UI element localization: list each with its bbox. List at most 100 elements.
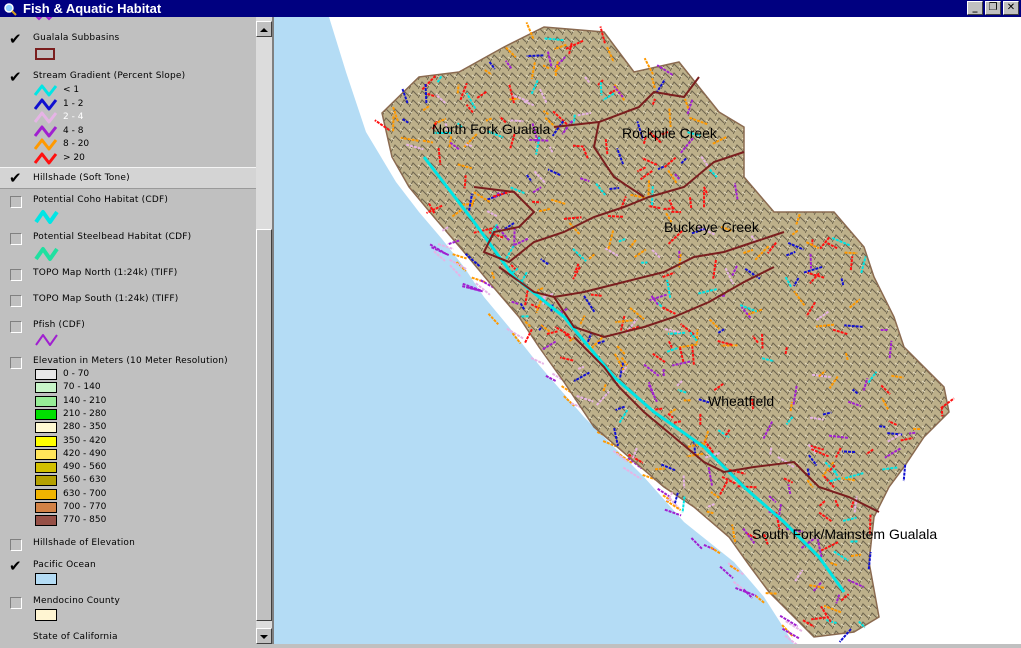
gradient-class-symbol bbox=[34, 151, 60, 165]
elevation-class-swatch bbox=[35, 502, 57, 513]
map-label-north-fork: North Fork Gualala bbox=[432, 121, 550, 137]
restore-button[interactable]: ❐ bbox=[985, 1, 1001, 15]
scroll-up-button[interactable] bbox=[256, 21, 272, 37]
stream-segment bbox=[529, 140, 548, 141]
gradient-class-label: 2 - 4 bbox=[63, 112, 83, 122]
checkbox-checked-icon[interactable]: ✔ bbox=[9, 70, 22, 84]
map-label-buckeye: Buckeye Creek bbox=[664, 219, 760, 235]
checkbox[interactable] bbox=[10, 357, 22, 369]
stream-segment bbox=[842, 451, 855, 452]
stream-segment bbox=[668, 333, 685, 334]
stream-segment bbox=[655, 469, 665, 470]
layer-gualala-subbasins[interactable]: ✔ Gualala Subbasins bbox=[0, 29, 256, 65]
close-button[interactable]: ✕ bbox=[1003, 1, 1019, 15]
checkbox[interactable] bbox=[10, 233, 22, 245]
gradient-class-label: 8 - 20 bbox=[63, 139, 89, 149]
checkbox-checked-icon[interactable]: ✔ bbox=[9, 171, 22, 185]
stream-segment bbox=[425, 84, 426, 103]
stream-segment bbox=[527, 55, 544, 56]
elevation-class-swatch bbox=[35, 422, 57, 433]
map-label-rockpile: Rockpile Creek bbox=[622, 125, 718, 141]
elevation-class-label: 490 - 560 bbox=[63, 462, 106, 472]
steelhead-line-symbol bbox=[34, 245, 62, 263]
elevation-class-swatch bbox=[35, 409, 57, 420]
gradient-class-symbol bbox=[34, 124, 60, 138]
gradient-class-label: 4 - 8 bbox=[63, 126, 83, 136]
map-view[interactable]: North Fork Gualala Rockpile Creek Buckey… bbox=[272, 17, 1021, 644]
layer-label: Pfish (CDF) bbox=[33, 320, 85, 330]
layer-pacific-ocean[interactable]: ✔ Pacific Ocean bbox=[0, 558, 256, 590]
window-titlebar[interactable]: Fish & Aquatic Habitat _ ❐ ✕ bbox=[0, 0, 1021, 17]
checkbox[interactable] bbox=[10, 597, 22, 609]
layer-label: Hillshade (Soft Tone) bbox=[33, 173, 130, 183]
elevation-class-label: 770 - 850 bbox=[63, 515, 106, 525]
elevation-class-label: 350 - 420 bbox=[63, 436, 106, 446]
elevation-class-label: 700 - 770 bbox=[63, 502, 106, 512]
stream-segment bbox=[845, 253, 858, 254]
scroll-down-arrow-icon bbox=[257, 630, 271, 644]
layer-stream-gradient[interactable]: ✔ Stream Gradient (Percent Slope) < 11 -… bbox=[0, 67, 256, 167]
window-title: Fish & Aquatic Habitat bbox=[23, 0, 161, 17]
elevation-class-swatch bbox=[35, 369, 57, 380]
elevation-class-label: 280 - 350 bbox=[63, 422, 106, 432]
coho-line-symbol bbox=[34, 208, 62, 226]
checkbox[interactable] bbox=[10, 295, 22, 307]
layer-label: Potential Steelbead Habitat (CDF) bbox=[33, 232, 191, 242]
layer-coho-habitat[interactable]: Potential Coho Habitat (CDF) bbox=[0, 193, 256, 225]
gradient-class-symbol bbox=[34, 137, 60, 151]
minimize-button[interactable]: _ bbox=[967, 1, 983, 15]
stream-segment bbox=[690, 197, 691, 208]
partial-line-symbol bbox=[34, 17, 54, 22]
elevation-class-swatch bbox=[35, 382, 57, 393]
stream-segment bbox=[591, 295, 602, 296]
layer-label: Hillshade of Elevation bbox=[33, 538, 135, 548]
layer-mendocino-county[interactable]: Mendocino County bbox=[0, 594, 256, 626]
layer-state-california[interactable]: State of California bbox=[0, 630, 256, 644]
checkbox[interactable] bbox=[10, 269, 22, 281]
gradient-class-symbol bbox=[34, 97, 60, 111]
layer-elevation[interactable]: Elevation in Meters (10 Meter Resolution… bbox=[0, 354, 256, 532]
checkbox-checked-icon[interactable]: ✔ bbox=[9, 32, 22, 46]
map-canvas[interactable]: North Fork Gualala Rockpile Creek Buckey… bbox=[274, 17, 1021, 644]
stream-segment bbox=[684, 475, 685, 488]
elevation-class-swatch bbox=[35, 436, 57, 447]
stream-segment bbox=[851, 555, 861, 556]
ocean-fill-swatch bbox=[35, 573, 57, 585]
scroll-up-arrow-icon bbox=[257, 23, 271, 37]
elevation-class-label: 420 - 490 bbox=[63, 449, 106, 459]
scroll-thumb[interactable] bbox=[256, 229, 272, 621]
subbasin-outline-swatch bbox=[35, 48, 55, 60]
elevation-class-label: 70 - 140 bbox=[63, 382, 101, 392]
layer-steelhead-habitat[interactable]: Potential Steelbead Habitat (CDF) bbox=[0, 230, 256, 262]
checkbox[interactable] bbox=[10, 196, 22, 208]
layer-label: Mendocino County bbox=[33, 596, 120, 606]
checkbox[interactable] bbox=[10, 539, 22, 551]
layer-label: TOPO Map North (1:24k) (TIFF) bbox=[33, 268, 177, 278]
layer-label: State of California bbox=[33, 632, 118, 642]
layer-label: Potential Coho Habitat (CDF) bbox=[33, 195, 168, 205]
layer-topo-south[interactable]: TOPO Map South (1:24k) (TIFF) bbox=[0, 292, 256, 312]
magnifier-icon bbox=[3, 1, 17, 15]
gradient-class-symbol bbox=[34, 110, 60, 124]
stream-segment bbox=[393, 114, 394, 131]
elevation-class-label: 630 - 700 bbox=[63, 489, 106, 499]
map-label-wheatfield: Wheatfield bbox=[708, 393, 774, 409]
elevation-class-label: 140 - 210 bbox=[63, 396, 106, 406]
legend-scrollbar[interactable] bbox=[256, 17, 272, 644]
layer-topo-north[interactable]: TOPO Map North (1:24k) (TIFF) bbox=[0, 266, 256, 286]
legend-panel: ✔ Gualala Subbasins ✔ Stream Gradient (P… bbox=[0, 17, 256, 644]
layer-hillshade-soft[interactable]: ✔ Hillshade (Soft Tone) bbox=[0, 167, 256, 189]
stream-segment bbox=[573, 146, 584, 147]
pfish-line-symbol bbox=[34, 331, 62, 349]
map-label-south-fork: South Fork/Mainstem Gualala bbox=[752, 526, 937, 542]
checkbox[interactable] bbox=[10, 321, 22, 333]
scroll-down-button[interactable] bbox=[256, 628, 272, 644]
layer-label: Stream Gradient (Percent Slope) bbox=[33, 71, 185, 81]
checkbox-checked-icon[interactable]: ✔ bbox=[9, 559, 22, 573]
layer-label: Pacific Ocean bbox=[33, 560, 96, 570]
elevation-class-swatch bbox=[35, 449, 57, 460]
layer-hillshade-elevation[interactable]: Hillshade of Elevation bbox=[0, 536, 256, 556]
layer-pfish[interactable]: Pfish (CDF) bbox=[0, 318, 256, 350]
elevation-class-label: 210 - 280 bbox=[63, 409, 106, 419]
mendocino-fill-swatch bbox=[35, 609, 57, 621]
